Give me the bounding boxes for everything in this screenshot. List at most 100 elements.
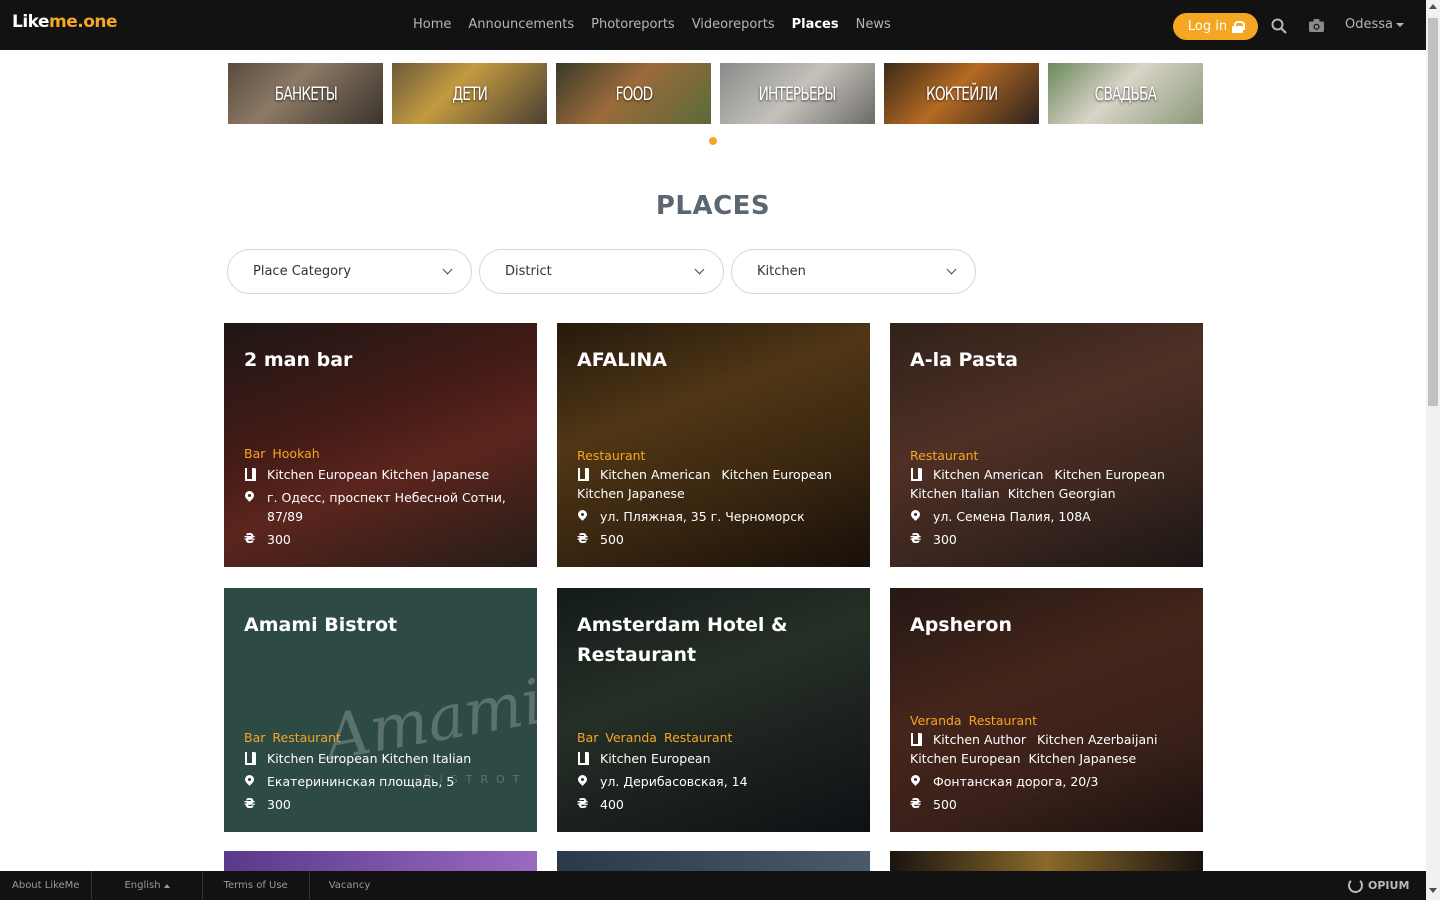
nav-places[interactable]: Places: [792, 17, 839, 32]
place-card-a-la-pasta[interactable]: A-la Pasta Restaurant Kitchen American K…: [890, 323, 1203, 567]
nav-photoreports[interactable]: Photoreports: [591, 17, 675, 32]
hryvnia-icon: ₴: [244, 797, 256, 812]
kitchen-row: Kitchen European: [577, 749, 870, 768]
place-category-tag[interactable]: Restaurant: [664, 730, 732, 745]
place-category-tag[interactable]: Restaurant: [910, 448, 978, 463]
opium-brand-link[interactable]: OPIUM: [1348, 878, 1409, 893]
places-grid: 2 man bar Bar Hookah Kitchen European Kit…: [224, 323, 1203, 832]
place-categories: Restaurant: [577, 448, 870, 463]
category-tile-cocktails[interactable]: КОКТЕЙЛИ: [884, 63, 1039, 124]
place-info: Bar Veranda Restaurant Kitchen European ул…: [577, 730, 870, 814]
address-row: ул. Дерибасовская, 14: [577, 772, 870, 791]
kitchen-row-continued: Kitchen Italian Kitchen Georgian: [910, 484, 1203, 503]
place-info: Restaurant Kitchen American Kitchen Euro…: [910, 448, 1203, 549]
opium-label: OPIUM: [1368, 879, 1410, 892]
kitchen-tag: Kitchen Japanese: [381, 467, 490, 482]
fork-knife-icon: [577, 465, 600, 484]
category-label: ДЕТИ: [452, 82, 488, 105]
chevron-down-icon: [1396, 22, 1404, 27]
nav-news[interactable]: News: [856, 17, 891, 32]
site-logo[interactable]: Likeme.one: [12, 12, 118, 32]
nav-home[interactable]: Home: [413, 17, 451, 32]
place-categories: Restaurant: [910, 448, 1203, 463]
carousel-pagination-dot[interactable]: [709, 137, 717, 145]
map-pin-icon: [577, 772, 600, 791]
place-category-select[interactable]: Place Category: [227, 249, 472, 294]
camera-icon[interactable]: [1309, 19, 1324, 32]
footer-about-link[interactable]: About LikeMe: [0, 871, 93, 900]
opium-logo-icon: [1348, 878, 1363, 893]
kitchen-row: Kitchen American Kitchen European: [577, 465, 870, 484]
map-pin-icon: [244, 488, 267, 507]
place-category-tag[interactable]: Bar: [244, 446, 265, 461]
nav-announcements[interactable]: Announcements: [468, 17, 574, 32]
place-info: Bar Hookah Kitchen European Kitchen Japan…: [244, 446, 537, 549]
place-category-tag[interactable]: Veranda: [605, 730, 657, 745]
place-category-label: Place Category: [253, 264, 352, 279]
place-card-partial[interactable]: [557, 851, 870, 871]
map-pin-icon: [244, 772, 267, 791]
place-category-tag[interactable]: Hookah: [272, 446, 319, 461]
scroll-up-arrow-icon[interactable]: [1429, 4, 1437, 9]
login-button[interactable]: Log in: [1173, 13, 1258, 40]
place-card-apsheron[interactable]: Apsheron Veranda Restaurant Kitchen Autho…: [890, 588, 1203, 832]
price-row: ₴ 300: [244, 530, 537, 549]
place-name: AFALINA: [577, 349, 667, 371]
logo-part-like: Like: [12, 12, 50, 32]
place-category-tag[interactable]: Veranda: [910, 713, 962, 728]
district-select[interactable]: District: [479, 249, 724, 294]
scroll-down-arrow-icon[interactable]: [1429, 888, 1437, 893]
place-card-afalina[interactable]: AFALINA Restaurant Kitchen American Kitc…: [557, 323, 870, 567]
place-address: г. Одесс, проспект Небесной Сотни, 87/89: [267, 490, 506, 524]
kitchen-select[interactable]: Kitchen: [731, 249, 976, 294]
kitchen-tag: Kitchen European: [1054, 467, 1165, 482]
place-category-tag[interactable]: Restaurant: [272, 730, 340, 745]
place-card-partial[interactable]: [890, 851, 1203, 871]
place-card-amami-bistrot[interactable]: Amami BISTROT Amami Bistrot Bar Restauran…: [224, 588, 537, 832]
scroll-thumb[interactable]: [1428, 18, 1438, 406]
nav-videoreports[interactable]: Videoreports: [692, 17, 775, 32]
search-icon[interactable]: [1271, 18, 1287, 34]
fork-knife-icon: [244, 465, 267, 484]
footer-vacancy-link[interactable]: Vacancy: [310, 871, 390, 900]
place-name: 2 man bar: [244, 349, 353, 371]
place-price: 400: [600, 797, 624, 812]
address-row: ул. Пляжная, 35 г. Черноморск: [577, 507, 870, 526]
next-cards-row-partial: [224, 851, 1203, 871]
city-selector[interactable]: Odessa: [1345, 17, 1404, 32]
category-label: КОКТЕЙЛИ: [925, 82, 998, 105]
kitchen-row: Kitchen American Kitchen European: [910, 465, 1203, 484]
language-selector[interactable]: English: [92, 871, 203, 900]
category-tile-interiors[interactable]: ИНТЕРЬЕРЫ: [720, 63, 875, 124]
place-address: ул. Пляжная, 35 г. Черноморск: [600, 509, 805, 524]
price-row: ₴ 300: [244, 795, 537, 814]
kitchen-tag: Kitchen Japanese: [577, 486, 685, 501]
place-category-tag[interactable]: Bar: [244, 730, 265, 745]
page-scrollbar[interactable]: [1426, 0, 1440, 900]
hryvnia-icon: ₴: [577, 797, 589, 812]
kitchen-row-continued: Kitchen European Kitchen Japanese: [910, 749, 1203, 768]
place-name: Amami Bistrot: [244, 614, 398, 636]
hryvnia-icon: ₴: [577, 532, 589, 547]
place-card-amsterdam-hotel[interactable]: Amsterdam Hotel & Restaurant Bar Veranda R…: [557, 588, 870, 832]
filter-bar: Place Category District Kitchen: [227, 249, 976, 294]
place-price: 300: [933, 532, 957, 547]
kitchen-tag: Kitchen Japanese: [1028, 751, 1137, 766]
place-category-tag[interactable]: Restaurant: [577, 448, 645, 463]
place-card-partial[interactable]: [224, 851, 537, 871]
address-row: Фонтанская дорога, 20/3: [910, 772, 1203, 791]
category-tile-wedding[interactable]: СВАДЬБА: [1048, 63, 1203, 124]
kitchen-tag: Kitchen European: [600, 751, 711, 766]
price-row: ₴ 500: [910, 795, 1203, 814]
place-category-tag[interactable]: Bar: [577, 730, 598, 745]
city-label: Odessa: [1345, 17, 1393, 32]
kitchen-tag: Kitchen Italian: [910, 486, 1000, 501]
place-category-tag[interactable]: Restaurant: [969, 713, 1037, 728]
category-tile-food[interactable]: FOOD: [556, 63, 711, 124]
place-card-2-man-bar[interactable]: 2 man bar Bar Hookah Kitchen European Kit…: [224, 323, 537, 567]
category-label: БАНКЕТЫ: [274, 82, 337, 105]
category-tile-kids[interactable]: ДЕТИ: [392, 63, 547, 124]
footer-terms-link[interactable]: Terms of Use: [203, 871, 310, 900]
language-label: English: [124, 880, 161, 891]
category-tile-banquets[interactable]: БАНКЕТЫ: [228, 63, 383, 124]
